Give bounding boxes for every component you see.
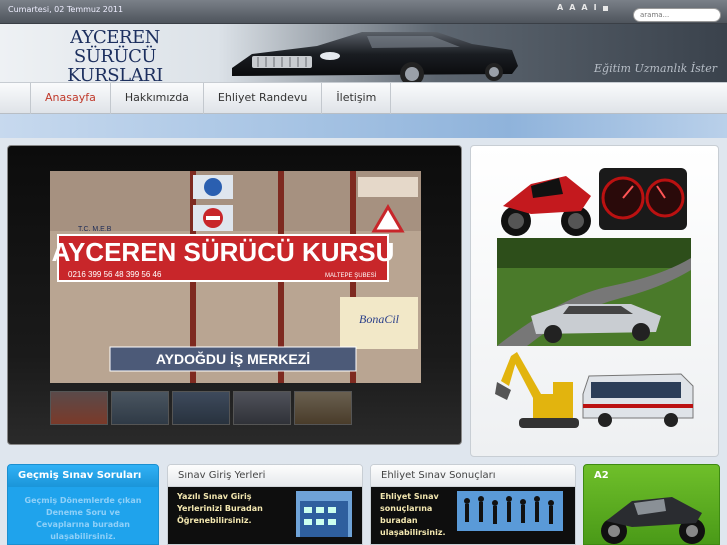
module-text-line: buradan [380,516,418,525]
module-text-line: Öğrenebilirsiniz. [177,516,252,525]
school-building-image [296,491,352,537]
sports-car-image [497,238,691,346]
slide-thumbnail[interactable] [50,391,108,425]
module-title: A2 [594,470,609,481]
font-size-reset-button[interactable]: I [594,3,597,13]
motorcycle-image [501,176,591,236]
search-input[interactable] [633,8,721,22]
excavator-image [495,352,579,428]
decorative-band [0,114,727,138]
module-text-line: ulaşabilirsiniz. [380,528,446,537]
font-size-medium-button[interactable]: A [569,3,575,13]
slide-thumbnail[interactable] [294,391,352,425]
exam-results-module[interactable]: Ehliyet Sınav Sonuçları Ehliyet Sınav so… [370,464,576,545]
module-title: Ehliyet Sınav Sonuçları [371,465,575,487]
font-size-controls: A A A I [557,3,608,13]
sign-branch-text: MALTEPE ŞUBESİ [325,272,377,279]
contrast-icon[interactable] [602,6,608,11]
sign-bonacil-text: BonaCil [359,312,400,326]
current-date: Cumartesi, 02 Temmuz 2011 [8,5,124,14]
slide-image[interactable]: AYCEREN SÜRÜCÜ KURSU T.C. M.E.B 0216 399… [50,171,421,383]
module-text-line: Yazılı Sınav Giriş [177,492,252,501]
vehicle-collage [495,168,694,428]
slide-thumbnail[interactable] [233,391,291,425]
vehicle-collage-panel [470,145,719,457]
module-text-line: Yerlerinizi Buradan [177,504,263,513]
bus-image [582,373,694,427]
logo-line-2: KURSLARI [67,65,163,82]
logo-line-1: AYCEREN SÜRÜCÜ [70,27,160,67]
slide-thumbnail[interactable] [111,391,169,425]
module-text: Ehliyet Sınav sonuçlarına buradan ulaşab… [380,491,446,539]
header-car-image [232,32,518,82]
celebrating-people-image [457,491,563,531]
top-bar: Cumartesi, 02 Temmuz 2011 A A A I [0,0,727,24]
nav-item-anasayfa[interactable]: Anasayfa [30,83,111,114]
sign-small-text: T.C. M.E.B [78,226,112,233]
site-logo[interactable]: AYCEREN SÜRÜCÜ KURSLARI [30,28,200,82]
nav-item-hakkimizda[interactable]: Hakkımızda [111,83,204,114]
past-exam-questions-module[interactable]: Geçmiş Sınav Soruları Geçmiş Dönemlerde … [7,464,159,545]
sign-building-text: AYDOĞDU İŞ MERKEZİ [156,350,310,367]
site-header: AYCEREN SÜRÜCÜ KURSLARI Eğitim Uzmanlık … [0,24,727,82]
module-title: Sınav Giriş Yerleri [168,465,362,487]
module-body: Ehliyet Sınav sonuçlarına buradan ulaşab… [371,487,575,544]
header-slogan: Eğitim Uzmanlık İster [594,62,717,75]
font-size-small-button[interactable]: A [557,3,563,13]
module-text-line: Ehliyet Sınav [380,492,439,501]
a2-motorcycle-image [601,497,705,544]
module-body: Yazılı Sınav Giriş Yerlerinizi Buradan Ö… [168,487,362,544]
slide-thumbnail[interactable] [172,391,230,425]
license-a2-module[interactable]: A2 [583,464,720,545]
nav-item-iletisim[interactable]: İletişim [322,83,392,114]
nav-item-ehliyet-randevu[interactable]: Ehliyet Randevu [204,83,323,114]
slideshow-thumbnails [50,391,352,425]
main-nav: Anasayfa Hakkımızda Ehliyet Randevu İlet… [0,82,727,114]
font-size-large-button[interactable]: A [581,3,587,13]
speedometer-image [599,168,687,230]
module-text: Yazılı Sınav Giriş Yerlerinizi Buradan Ö… [177,491,263,527]
exam-locations-module[interactable]: Sınav Giriş Yerleri Yazılı Sınav Giriş Y… [167,464,363,545]
sign-main-text: AYCEREN SÜRÜCÜ KURSU [52,237,395,267]
module-text: Geçmiş Dönemlerde çıkan Deneme Soru ve C… [24,496,142,541]
module-title: Geçmiş Sınav Soruları [8,465,158,487]
module-text-line: sonuçlarına [380,504,433,513]
sign-phone-text: 0216 399 56 48 399 56 46 [68,270,162,279]
image-slideshow: AYCEREN SÜRÜCÜ KURSU T.C. M.E.B 0216 399… [7,145,462,445]
